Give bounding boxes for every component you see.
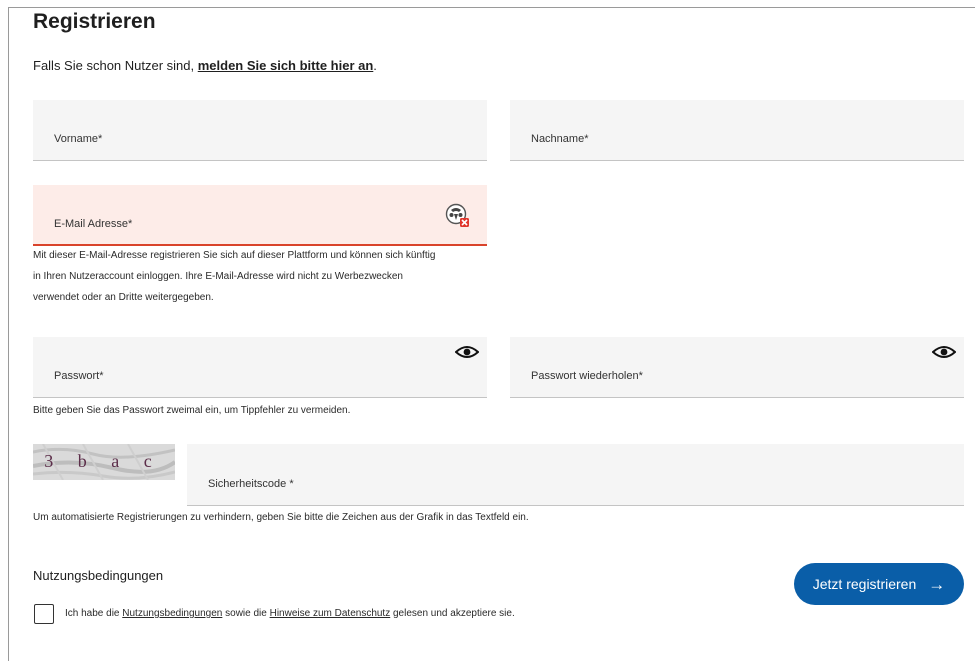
password-label: Passwort*	[54, 370, 104, 382]
password-input[interactable]	[33, 337, 487, 397]
registration-form: Registrieren Falls Sie schon Nutzer sind…	[0, 0, 975, 661]
frame-border-top	[8, 7, 975, 8]
captcha-help: Um automatisierte Registrierungen zu ver…	[33, 512, 529, 523]
email-field[interactable]: E-Mail Adresse*	[33, 185, 487, 246]
captcha-graphic: 3 b a c	[32, 443, 177, 481]
consent-suffix: gelesen und akzeptiere sie.	[390, 608, 515, 619]
email-input[interactable]	[33, 185, 487, 244]
firstname-field[interactable]: Vorname*	[33, 100, 487, 161]
eye-icon[interactable]	[932, 345, 956, 359]
password-repeat-input[interactable]	[510, 337, 964, 397]
login-hint: Falls Sie schon Nutzer sind, melden Sie …	[33, 58, 377, 73]
arrow-right-icon: →	[928, 574, 946, 594]
register-button[interactable]: Jetzt registrieren →	[794, 563, 964, 605]
eye-icon[interactable]	[455, 345, 479, 359]
password-help: Bitte geben Sie das Passwort zweimal ein…	[33, 405, 351, 416]
lastname-label: Nachname*	[531, 133, 589, 145]
email-help-line: Mit dieser E-Mail-Adresse registrieren S…	[33, 250, 436, 261]
lastname-input[interactable]	[510, 100, 964, 160]
error-badge-icon	[445, 203, 469, 227]
login-hint-text: Falls Sie schon Nutzer sind,	[33, 58, 198, 73]
frame-border-left	[8, 7, 9, 661]
password-repeat-field[interactable]: Passwort wiederholen*	[510, 337, 964, 398]
password-field[interactable]: Passwort*	[33, 337, 487, 398]
terms-checkbox[interactable]	[34, 604, 54, 624]
email-help-line: verwendet oder an Dritte weitergegeben.	[33, 292, 214, 303]
captcha-field[interactable]: Sicherheitscode *	[187, 444, 964, 506]
captcha-input[interactable]	[187, 444, 964, 505]
register-button-label: Jetzt registrieren	[812, 576, 917, 592]
page-title: Registrieren	[33, 10, 156, 33]
password-repeat-label: Passwort wiederholen*	[531, 370, 643, 382]
firstname-input[interactable]	[33, 100, 487, 160]
terms-link[interactable]: Nutzungsbedingungen	[122, 608, 222, 619]
email-help: Mit dieser E-Mail-Adresse registrieren S…	[33, 245, 435, 308]
login-link[interactable]: melden Sie sich bitte hier an	[198, 58, 374, 73]
privacy-link[interactable]: Hinweise zum Datenschutz	[270, 608, 391, 619]
consent-prefix: Ich habe die	[65, 608, 123, 619]
email-label: E-Mail Adresse*	[54, 218, 133, 230]
consent-middle: sowie die	[222, 608, 270, 619]
lastname-field[interactable]: Nachname*	[510, 100, 964, 161]
captcha-image: 3 b a c	[32, 443, 177, 481]
captcha-characters: 3 b a c	[44, 451, 161, 471]
captcha-label: Sicherheitscode *	[208, 478, 294, 490]
login-hint-end: .	[373, 58, 377, 73]
email-help-line: in Ihren Nutzeraccount einloggen. Ihre E…	[33, 271, 403, 282]
terms-consent-text: Ich habe die Nutzungsbedingungen sowie d…	[65, 608, 515, 619]
firstname-label: Vorname*	[54, 133, 103, 145]
terms-heading: Nutzungsbedingungen	[33, 568, 164, 583]
